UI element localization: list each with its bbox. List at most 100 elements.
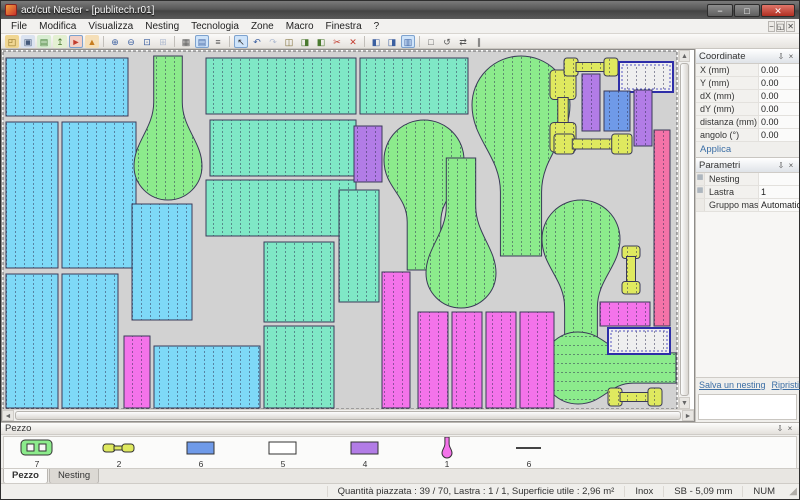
piece-shape-line[interactable]	[511, 437, 547, 459]
nested-piece-purple[interactable]	[582, 74, 600, 131]
selected-piece[interactable]	[619, 62, 673, 92]
grid-view-icon[interactable]: ▦	[179, 35, 193, 48]
minimize-button[interactable]: −	[707, 4, 733, 17]
piece-thumbnail[interactable]: 7	[18, 437, 56, 469]
pin-icon[interactable]: ⇩	[776, 161, 786, 170]
nested-piece-teal[interactable]	[206, 180, 356, 236]
nested-piece-cyan[interactable]	[154, 346, 260, 408]
outline-shape-icon[interactable]: □	[424, 35, 438, 48]
rotate-shape-icon[interactable]: ↺	[440, 35, 454, 48]
list-view-icon[interactable]: ▤	[195, 35, 209, 48]
maximize-button[interactable]: □	[734, 4, 760, 17]
insert-piece-icon[interactable]: ◧	[314, 35, 328, 48]
nested-piece-teal[interactable]	[210, 120, 356, 176]
zoom-out-icon[interactable]: ⊖	[124, 35, 138, 48]
nested-piece-cyan[interactable]	[132, 204, 192, 320]
menu-item-nesting[interactable]: Nesting	[139, 20, 185, 33]
close-icon[interactable]: ×	[785, 424, 795, 433]
piece-shape-glasses[interactable]	[101, 437, 137, 459]
piece-shape-rect[interactable]	[183, 437, 219, 459]
piece-thumbnail[interactable]: 5	[264, 437, 302, 469]
tab-nesting[interactable]: Nesting	[49, 469, 99, 484]
mirror-shape-icon[interactable]: ⇄	[456, 35, 470, 48]
mdi-minimize-button[interactable]: −	[768, 21, 775, 32]
cut-piece-icon[interactable]: ✂	[330, 35, 344, 48]
destroy-nesting-icon[interactable]: ✕	[346, 35, 360, 48]
close-icon[interactable]: ×	[786, 161, 796, 170]
nested-piece-teal[interactable]	[360, 58, 468, 114]
bracket-shape-icon[interactable]: ∥	[472, 35, 486, 48]
piece-shape-bottle[interactable]	[429, 437, 465, 459]
menu-item-modifica[interactable]: Modifica	[33, 20, 82, 33]
zoom-fit-icon[interactable]: ⊡	[140, 35, 154, 48]
vertical-scrollbar[interactable]: ▲ ▼	[678, 50, 690, 409]
coordinate-value[interactable]: 0.00	[759, 64, 799, 76]
pin-icon[interactable]: ⇩	[776, 52, 786, 61]
coordinate-value[interactable]: 0.00	[759, 90, 799, 102]
nested-piece-blue[interactable]	[604, 91, 630, 131]
scroll-up-arrow[interactable]: ▲	[679, 50, 690, 62]
open-icon[interactable]: ◰	[5, 35, 19, 48]
save-icon[interactable]: ▣	[21, 35, 35, 48]
menu-item-zone[interactable]: Zone	[245, 20, 280, 33]
nested-piece-cyan[interactable]	[62, 122, 136, 268]
coordinate-value[interactable]: 0.00	[759, 129, 799, 141]
scroll-down-arrow[interactable]: ▼	[679, 397, 690, 409]
mdi-close-button[interactable]: ✕	[786, 21, 795, 32]
sort-list-icon[interactable]: ≡	[211, 35, 225, 48]
nested-piece-pink[interactable]	[654, 130, 670, 326]
vertical-scroll-thumb[interactable]	[680, 63, 689, 396]
coordinate-value[interactable]: 0.00	[759, 103, 799, 115]
align-grid-icon[interactable]: ▥	[401, 35, 415, 48]
mdi-restore-button[interactable]: ◱	[776, 21, 786, 32]
applica-button[interactable]: Applica	[696, 142, 799, 157]
align-center-icon[interactable]: ◨	[385, 35, 399, 48]
select-tool-icon[interactable]: ↖	[234, 35, 248, 48]
navigate-nesting-icon[interactable]: ►	[69, 35, 83, 48]
horizontal-scrollbar[interactable]: ◄ ►	[2, 409, 694, 421]
nested-piece-magenta[interactable]	[452, 312, 482, 408]
piece-shape-plug[interactable]	[19, 437, 55, 459]
menu-item-?[interactable]: ?	[368, 20, 386, 33]
scroll-right-arrow[interactable]: ►	[682, 410, 694, 421]
pin-icon[interactable]: ⇩	[775, 424, 785, 433]
selected-piece[interactable]	[608, 328, 670, 354]
align-left-icon[interactable]: ◧	[369, 35, 383, 48]
parametri-value[interactable]	[759, 173, 799, 185]
panel-link-salva-un-nesting[interactable]: Salva un nesting	[699, 380, 766, 390]
nested-piece-cyan[interactable]	[6, 274, 58, 408]
import-part-icon[interactable]: ↥	[53, 35, 67, 48]
piece-thumbnail[interactable]: 2	[100, 437, 138, 469]
tab-pezzo[interactable]: Pezzo	[3, 469, 48, 484]
menu-item-tecnologia[interactable]: Tecnologia	[185, 20, 245, 33]
close-button[interactable]: ✕	[761, 4, 795, 17]
nested-piece-magenta[interactable]	[486, 312, 516, 408]
piece-thumbnail[interactable]: 4	[346, 437, 384, 469]
nested-piece-magenta[interactable]	[520, 312, 554, 408]
menu-item-file[interactable]: File	[5, 20, 33, 33]
piece-thumbnail[interactable]: 1	[428, 437, 466, 469]
parametri-value[interactable]: Automatico	[759, 199, 799, 211]
nested-piece-purple[interactable]	[354, 126, 382, 182]
nesting-canvas[interactable]	[2, 50, 678, 412]
nested-piece-magenta[interactable]	[600, 302, 650, 326]
menu-item-macro[interactable]: Macro	[280, 20, 320, 33]
nested-piece-teal[interactable]	[264, 326, 334, 408]
nested-piece-cyan[interactable]	[6, 58, 128, 116]
parametri-value[interactable]: 1	[759, 186, 799, 198]
zoom-in-icon[interactable]: ⊕	[108, 35, 122, 48]
nested-piece-cyan[interactable]	[62, 274, 118, 408]
close-icon[interactable]: ×	[786, 52, 796, 61]
technology-tool-icon[interactable]: ▲	[85, 35, 99, 48]
nested-piece-teal[interactable]	[339, 190, 379, 302]
coordinate-value[interactable]: 0.00	[759, 116, 799, 128]
nested-piece-magenta[interactable]	[382, 272, 410, 408]
piece-thumbnail[interactable]: 6	[182, 437, 220, 469]
menu-item-finestra[interactable]: Finestra	[320, 20, 368, 33]
nested-piece-teal[interactable]	[264, 242, 334, 322]
copy-piece-icon[interactable]: ◫	[282, 35, 296, 48]
nested-piece-teal[interactable]	[206, 58, 356, 114]
nested-piece-cyan[interactable]	[6, 122, 58, 268]
nested-piece-purple[interactable]	[634, 90, 652, 146]
scroll-left-arrow[interactable]: ◄	[2, 410, 14, 421]
